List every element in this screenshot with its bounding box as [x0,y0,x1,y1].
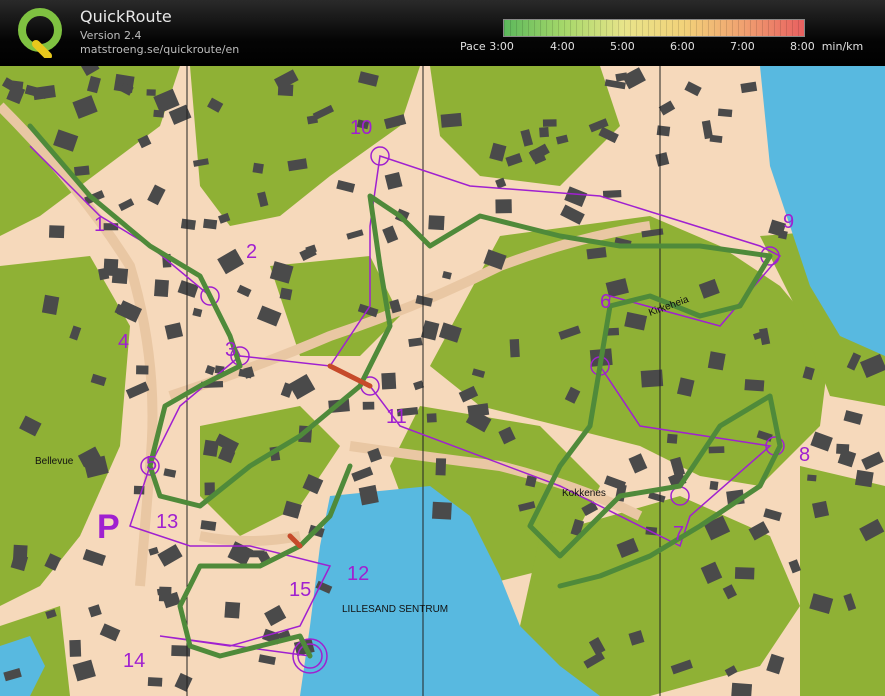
building [202,218,218,230]
building [666,433,678,444]
control-number-4: 4 [118,331,129,353]
building [180,218,196,231]
control-number-10: 10 [350,117,372,139]
building [69,639,82,657]
control-number-5: 5 [146,453,157,475]
app-header: QuickRoute Version 2.4 matstroeng.se/qui… [0,0,885,66]
place-label-kokkenes: Kokkenes [562,488,606,499]
building [41,294,60,315]
building [277,84,294,97]
building [154,279,169,298]
pace-tick-8: 8:00 min/km [790,40,864,53]
control-number-7: 7 [673,523,684,545]
building [509,339,520,358]
building [709,480,719,491]
control-number-14: 14 [123,650,145,672]
building [744,379,765,392]
building [74,165,90,177]
control-number-3: 3 [225,339,236,361]
app-version: Version 2.4 [80,29,142,42]
app-url: matstroeng.se/quickroute/en [80,43,240,56]
control-number-6: 6 [600,291,611,313]
building [428,215,445,231]
quickroute-logo-icon [18,8,62,58]
orienteering-map[interactable]: Bellevue Kokkenes Kirkeheia LILLESAND SE… [0,66,885,696]
pace-tick-5: 5:00 [610,40,635,53]
building [495,199,512,214]
building [136,365,149,375]
building [103,223,119,231]
building [812,500,830,519]
building [707,351,726,371]
building [432,501,452,520]
control-number-12: 12 [347,563,369,585]
control-number-8: 8 [799,444,810,466]
building [602,189,622,199]
building [279,287,293,301]
building [435,458,447,476]
building [362,401,375,410]
control-number-13: 13 [156,511,178,533]
building [717,108,733,118]
building [656,125,671,137]
building [147,677,163,687]
building [12,544,28,562]
app-title: QuickRoute [80,7,172,26]
place-label-sentrum: LILLESAND SENTRUM [342,604,448,615]
building [807,474,817,482]
pace-label: Pace 3:00 [460,40,514,53]
parking-symbol: P [97,508,120,546]
building [734,567,755,580]
building [358,484,379,506]
building [854,469,874,488]
pace-tick-7: 7:00 [730,40,755,53]
building [146,89,156,96]
building [252,162,264,174]
pace-tick-6: 6:00 [670,40,695,53]
pace-color-scale [503,19,805,37]
building [426,413,437,423]
building [381,372,397,390]
building [708,446,725,454]
place-label-bellevue: Bellevue [35,456,74,467]
control-number-2: 2 [246,241,257,263]
control-number-9: 9 [783,211,794,233]
control-number-15: 15 [289,579,311,601]
building [440,112,462,128]
control-number-11: 11 [386,406,407,428]
building [731,682,753,696]
building [539,127,549,138]
building [153,109,165,118]
pace-tick-4: 4:00 [550,40,575,53]
building [224,601,241,619]
building [48,225,65,239]
control-number-1: 1 [94,214,105,236]
building [542,119,557,127]
map-canvas: Bellevue Kokkenes Kirkeheia LILLESAND SE… [0,66,885,696]
building [103,258,119,277]
